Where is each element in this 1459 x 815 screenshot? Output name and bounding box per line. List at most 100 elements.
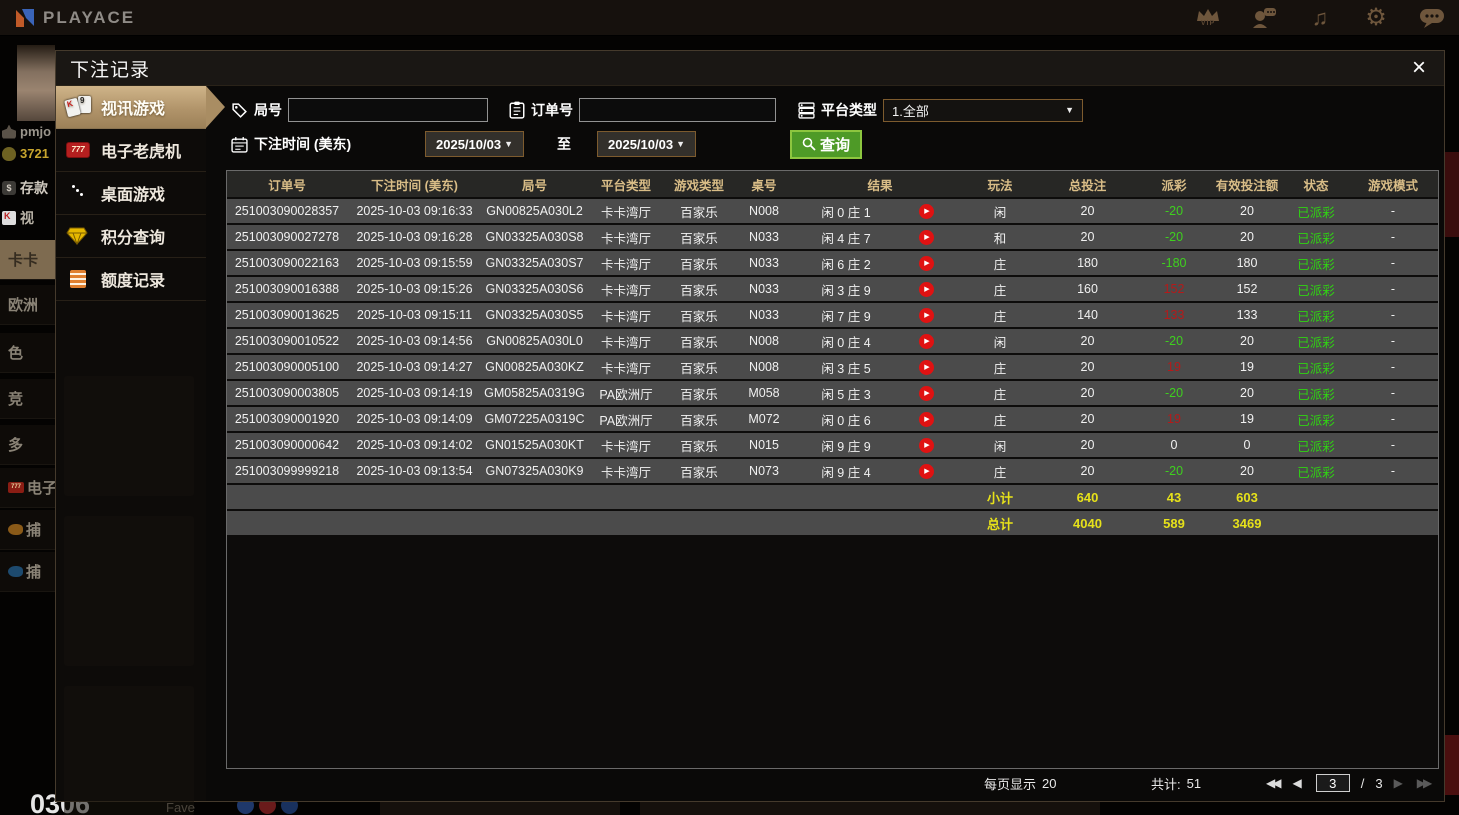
replay-button[interactable]: ▶ [919,255,934,271]
cell-result: 闲 9 庄 4 ▶ [795,462,965,481]
topbar-icons: VIP ♫ ⚙ [1195,5,1445,31]
round-filter-label: 局号 [254,102,282,118]
cell-play: 庄 [993,309,1007,324]
cell-order: 251003090005100 [234,360,340,374]
bet-records-dialog: 下注记录 × 9K 视讯游戏 777 电子老虎机 桌面游戏 积分查询 额度记录 [55,50,1445,815]
chat-messages-icon[interactable] [1419,5,1445,31]
sidebar-item-label: 桌面游戏 [101,187,166,204]
cell-payout: 0 [1170,438,1178,452]
column-header: 游戏模式 [1367,178,1418,193]
sidebar-item-label: 视讯游戏 [101,101,166,118]
cell-status: 已派彩 [1297,361,1335,376]
cell-valid: 20 [1240,334,1254,348]
cards-icon: 9K [64,96,92,118]
round-input[interactable] [288,98,488,122]
table-row: 251003090027278 2025-10-03 09:16:28 GN0332… [227,225,1438,249]
sidebar-item-quota-records[interactable]: 额度记录 [56,258,206,301]
cell-bet: 20 [1080,334,1095,348]
cell-payout: 19 [1167,360,1181,374]
total-bet: 4040 [1073,515,1102,531]
cell-platform: PA欧洲厅 [599,413,653,428]
vip-crown-icon[interactable]: VIP [1195,5,1221,31]
cell-result: 闲 6 庄 2 ▶ [795,254,965,273]
next-page-button[interactable]: ▶ [1394,776,1406,790]
cell-round: GN00825A030L2 [486,204,583,218]
replay-button[interactable]: ▶ [919,229,934,245]
sidebar-item-table-games[interactable]: 桌面游戏 [56,172,206,215]
date-to-picker[interactable]: 2025/10/03 ▼ [597,131,696,157]
replay-button[interactable]: ▶ [919,359,934,375]
cell-mode: - [1390,386,1396,400]
cell-bet: 140 [1077,308,1098,322]
cell-result: 闲 3 庄 9 ▶ [795,280,965,299]
cell-payout: -20 [1164,334,1184,348]
user-icon [2,124,16,139]
column-header: 桌号 [751,178,777,193]
settings-gear-icon[interactable]: ⚙ [1363,5,1389,31]
total-count-label: 共计: [1151,776,1181,792]
last-page-button[interactable]: ▶▶ [1417,776,1433,790]
column-header: 局号 [521,178,547,193]
replay-button[interactable]: ▶ [919,281,934,297]
replay-button[interactable]: ▶ [919,385,934,401]
sidebar-item-points-query[interactable]: 积分查询 [56,215,206,258]
search-button-label: 查询 [819,136,850,154]
music-icon[interactable]: ♫ [1307,5,1333,31]
cell-order: 251003090027278 [234,230,340,244]
search-button[interactable]: 查询 [790,129,862,159]
cell-status: 已派彩 [1297,439,1335,454]
table-row: 251003099999218 2025-10-03 09:13:54 GN0732… [227,459,1438,483]
column-header: 平台类型 [600,178,651,193]
clipboard-icon [509,101,525,119]
cell-bet: 20 [1080,230,1095,244]
result-text: 闲 9 庄 9 [821,439,871,454]
replay-button[interactable]: ▶ [919,411,934,427]
cell-status: 已派彩 [1297,335,1335,350]
background-menu-item: 卡卡 [0,240,55,280]
replay-button[interactable]: ▶ [919,437,934,453]
cell-order: 251003099999218 [234,464,340,478]
date-from-picker[interactable]: 2025/10/03 ▼ [425,131,524,157]
cell-valid: 20 [1240,386,1254,400]
table-row: 251003090001920 2025-10-03 09:14:09 GM0722… [227,407,1438,431]
sidebar-item-video-games[interactable]: 9K 视讯游戏 [56,86,206,129]
prev-page-button[interactable]: ◀ [1292,776,1304,790]
table-header-row: 订单号 下注时间 (美东) 局号 平台类型 游戏类型 桌号 结果 玩法 总投注 … [227,171,1438,197]
replay-button[interactable]: ▶ [919,203,934,219]
search-icon [802,137,816,151]
avatar [17,45,55,121]
replay-button[interactable]: ▶ [919,307,934,323]
dice-icon [66,182,92,204]
chevron-down-icon: ▼ [676,139,685,149]
cell-status: 已派彩 [1297,413,1335,428]
cell-mode: - [1390,438,1396,452]
column-header: 订单号 [268,178,306,193]
page-number-input[interactable]: 3 [1315,774,1350,792]
cell-table_no: N033 [749,282,779,296]
cell-time: 2025-10-03 09:14:09 [356,412,473,426]
sidebar-item-slots[interactable]: 777 电子老虎机 [56,129,206,172]
fish-icon [8,566,23,577]
table-row: 251003090016388 2025-10-03 09:15:26 GN0332… [227,277,1438,301]
replay-button[interactable]: ▶ [919,333,934,349]
replay-button[interactable]: ▶ [919,463,934,479]
cell-platform: 卡卡湾厅 [600,335,651,350]
cell-mode: - [1390,230,1396,244]
fish-icon [8,524,23,535]
cell-valid: 20 [1240,204,1254,218]
cell-platform: PA欧洲厅 [599,387,653,402]
bet-time-filter-label: 下注时间 (美东) [254,136,352,152]
top-bar: PLAYACE VIP ♫ ⚙ [0,0,1459,36]
sidebar-item-label: 积分查询 [101,230,166,247]
filter-row-1: 局号 订单号 平台类型 1.全部 ▼ [226,96,1439,124]
platform-select[interactable]: 1.全部 ▼ [883,98,1083,122]
order-filter-label: 订单号 [531,102,573,118]
order-input[interactable] [579,98,776,122]
cell-payout: 133 [1163,308,1185,322]
cell-bet: 20 [1080,412,1095,426]
close-icon[interactable]: × [1408,56,1430,80]
cell-game: 百家乐 [680,387,718,402]
first-page-button[interactable]: ◀◀ [1266,776,1282,790]
customer-service-icon[interactable] [1251,5,1277,31]
cell-time: 2025-10-03 09:16:28 [356,230,473,244]
